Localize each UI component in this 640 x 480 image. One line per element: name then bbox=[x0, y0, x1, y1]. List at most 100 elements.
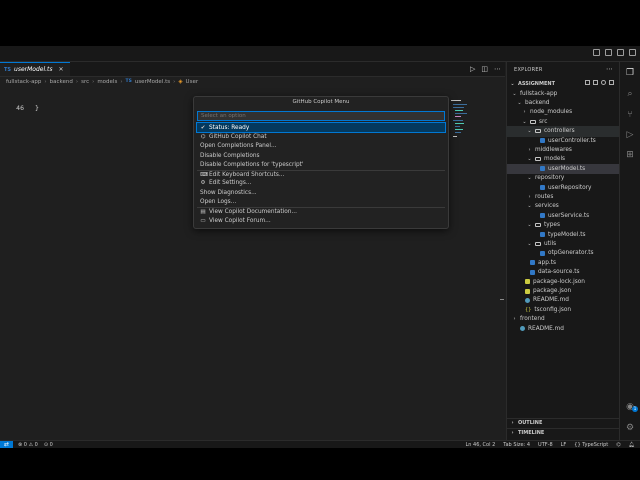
tree-item[interactable]: › middlewares bbox=[507, 145, 619, 154]
tree-item[interactable]: typeModel.ts bbox=[507, 230, 619, 239]
tree-item-label: controllers bbox=[544, 128, 575, 135]
breadcrumb-item[interactable]: src bbox=[81, 79, 89, 85]
status-bar: ⇄ ⊗ 0 ⚠ 0 ⊙ 0 Ln 46, Col 2 Tab Size: 4 U… bbox=[0, 440, 640, 448]
code-text[interactable]: } bbox=[35, 104, 39, 113]
tree-item-label: README.md bbox=[528, 325, 564, 332]
remote-indicator[interactable]: ⇄ bbox=[0, 441, 13, 448]
chevron-down-icon: ⌄ bbox=[522, 118, 527, 125]
chevron-right-icon: › bbox=[523, 109, 526, 116]
chevron-right-icon: › bbox=[92, 79, 95, 85]
more-actions-icon[interactable]: ⋯ bbox=[494, 65, 501, 73]
quick-pick-item[interactable]: ▤ View Copilot Documentation... bbox=[197, 206, 445, 216]
tree-item[interactable]: ⌄ controllers bbox=[506, 125, 620, 138]
tree-item[interactable]: ⌄ repository bbox=[507, 174, 619, 183]
tree-item[interactable]: README.md bbox=[507, 296, 619, 305]
quick-pick-item[interactable]: ⚙ Edit Settings... bbox=[197, 179, 445, 188]
tree-item[interactable]: ⌄ src bbox=[507, 117, 619, 126]
tree-item[interactable]: ⌄ fullstack-app bbox=[507, 89, 619, 98]
quick-pick-item[interactable]: Open Logs... bbox=[197, 197, 445, 206]
tree-item[interactable]: {} tsconfig.json bbox=[507, 305, 619, 314]
quick-pick-item[interactable]: Show Diagnostics... bbox=[197, 188, 445, 197]
timeline-label: TIMELINE bbox=[518, 430, 545, 436]
run-debug-icon[interactable]: ▷ bbox=[625, 130, 635, 140]
close-icon[interactable]: ✕ bbox=[59, 66, 64, 73]
typescript-file-icon bbox=[540, 185, 545, 191]
quick-pick-item[interactable]: Disable Completions for 'typescript' bbox=[197, 160, 445, 169]
toggle-sidebar-icon[interactable] bbox=[605, 49, 612, 56]
check-circle-icon: ✔ bbox=[200, 124, 206, 131]
copilot-status-icon[interactable]: ⌬ bbox=[616, 442, 620, 448]
tab-usermodel[interactable]: TS userModel.ts ✕ bbox=[0, 62, 70, 76]
refresh-icon[interactable] bbox=[601, 80, 606, 85]
split-editor-icon[interactable]: ◫ bbox=[481, 65, 488, 73]
tab-size[interactable]: Tab Size: 4 bbox=[503, 442, 530, 448]
quick-pick-item[interactable]: ▭ View Copilot Forum... bbox=[197, 216, 445, 225]
minimap[interactable] bbox=[451, 98, 469, 148]
new-file-icon[interactable] bbox=[585, 80, 590, 85]
quick-pick-item-label: View Copilot Forum... bbox=[209, 217, 271, 224]
tree-item[interactable]: userModel.ts bbox=[507, 164, 619, 174]
eol[interactable]: LF bbox=[561, 442, 567, 448]
tree-item-label: repository bbox=[535, 175, 565, 182]
notifications-icon[interactable]: 🔔︎ bbox=[629, 442, 635, 448]
tree-item[interactable]: ⌄ utils bbox=[507, 239, 619, 248]
breadcrumb-item[interactable]: fullstack-app bbox=[6, 79, 41, 85]
customize-layout-icon[interactable] bbox=[629, 49, 636, 56]
code-line[interactable]: 46 } bbox=[0, 104, 39, 113]
tree-item[interactable]: ⌄ types bbox=[507, 221, 619, 230]
search-icon[interactable]: ⌕ bbox=[625, 89, 635, 99]
outline-section-header[interactable]: › OUTLINE bbox=[507, 418, 619, 427]
more-actions-icon[interactable]: ⋯ bbox=[606, 65, 613, 73]
run-icon[interactable]: ▷ bbox=[470, 65, 475, 73]
tree-item-label: fullstack-app bbox=[520, 90, 558, 97]
workspace-section-header[interactable]: ⌄ ASSIGNMENT bbox=[507, 79, 619, 88]
quick-pick-item[interactable]: ⌬ GitHub Copilot Chat bbox=[197, 132, 445, 141]
source-control-icon[interactable]: ⑂ bbox=[625, 110, 635, 120]
tab-label: userModel.ts bbox=[14, 66, 53, 73]
new-folder-icon[interactable] bbox=[593, 80, 598, 85]
toggle-secondary-sidebar-icon[interactable] bbox=[617, 49, 624, 56]
braces-icon: {} bbox=[574, 442, 581, 448]
tree-item[interactable]: README.md bbox=[507, 324, 619, 333]
tree-item-label: userRepository bbox=[548, 184, 592, 191]
tree-item[interactable]: package-lock.json bbox=[507, 277, 619, 286]
timeline-section-header[interactable]: › TIMELINE bbox=[507, 428, 619, 437]
copilot-quick-pick: GitHub Copilot Menu ✔Status: Ready⌬GitHu… bbox=[193, 96, 449, 229]
tree-item[interactable]: userRepository bbox=[507, 183, 619, 192]
breadcrumb-item[interactable]: models bbox=[97, 79, 117, 85]
collapse-all-icon[interactable] bbox=[609, 80, 614, 85]
title-bar bbox=[0, 46, 640, 62]
tree-item[interactable]: userService.ts bbox=[507, 211, 619, 220]
typescript-file-icon bbox=[540, 138, 545, 144]
cursor-position[interactable]: Ln 46, Col 2 bbox=[465, 442, 495, 448]
breadcrumb-item[interactable]: userModel.ts bbox=[135, 79, 170, 85]
tree-item[interactable]: › routes bbox=[507, 192, 619, 201]
problems-status[interactable]: ⊗ 0 ⚠ 0 bbox=[18, 442, 38, 448]
tree-item[interactable]: data-source.ts bbox=[507, 268, 619, 277]
extensions-icon[interactable]: ⊞ bbox=[625, 150, 635, 160]
tree-item[interactable]: userController.ts bbox=[507, 136, 619, 145]
tree-item[interactable]: app.ts bbox=[507, 258, 619, 267]
breadcrumb-item[interactable]: backend bbox=[50, 79, 73, 85]
breadcrumb-item[interactable]: User bbox=[186, 79, 199, 85]
tree-item[interactable]: ⌄ services bbox=[507, 202, 619, 211]
ports-status[interactable]: ⊙ 0 bbox=[44, 442, 53, 448]
quick-pick-item[interactable]: ⌨ Edit Keyboard Shortcuts... bbox=[197, 169, 445, 179]
tree-item[interactable]: ⌄ models bbox=[507, 155, 619, 164]
quick-pick-item[interactable]: Open Completions Panel... bbox=[197, 142, 445, 151]
toggle-panel-icon[interactable] bbox=[593, 49, 600, 56]
quick-pick-item-label: Edit Settings... bbox=[209, 180, 252, 187]
quick-pick-item[interactable]: Disable Completions bbox=[197, 151, 445, 160]
quick-pick-item[interactable]: ✔ Status: Ready bbox=[196, 121, 446, 134]
tree-item[interactable]: › node_modules bbox=[507, 108, 619, 117]
tree-item[interactable]: otpGenerator.ts bbox=[507, 249, 619, 258]
encoding[interactable]: UTF-8 bbox=[538, 442, 553, 448]
chevron-down-icon: ⌄ bbox=[527, 156, 532, 163]
tree-item[interactable]: ⌄ backend bbox=[507, 98, 619, 107]
tree-item[interactable]: package.json bbox=[507, 286, 619, 295]
quick-pick-input[interactable] bbox=[197, 111, 445, 121]
gear-icon[interactable]: ⚙ bbox=[625, 423, 635, 433]
tree-item[interactable]: › frontend bbox=[507, 315, 619, 324]
explorer-icon[interactable]: ❐ bbox=[625, 68, 635, 78]
language-mode[interactable]: {} TypeScript bbox=[574, 442, 608, 448]
